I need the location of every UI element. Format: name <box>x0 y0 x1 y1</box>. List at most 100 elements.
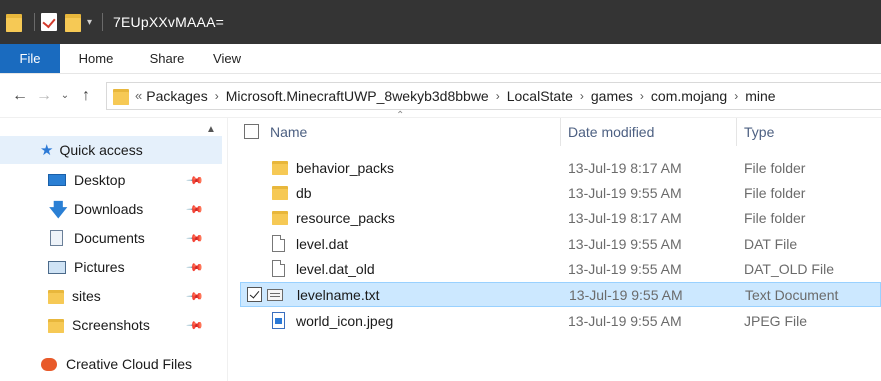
column-divider[interactable] <box>736 118 737 146</box>
list-item[interactable]: world_icon.jpeg 13-Jul-19 9:55 AM JPEG F… <box>240 308 881 333</box>
recent-locations-chevron-icon[interactable]: ⌄ <box>56 90 74 101</box>
title-bar: ▾ 7EUpXXvMAAA= <box>0 0 881 44</box>
sidebar-item-downloads[interactable]: 🡇 Downloads 📌 <box>48 195 218 223</box>
sidebar-item-label: Creative Cloud Files <box>66 356 193 372</box>
folder-icon <box>272 184 288 200</box>
pin-icon[interactable]: 📌 <box>185 316 204 334</box>
file-date: 13-Jul-19 9:55 AM <box>568 260 682 277</box>
file-icon <box>272 260 285 277</box>
tab-file[interactable]: File <box>0 44 60 73</box>
file-date: 13-Jul-19 9:55 AM <box>568 235 682 252</box>
sidebar-item-label: sites <box>72 288 101 304</box>
tab-home[interactable]: Home <box>60 44 132 73</box>
sidebar-item-screenshots[interactable]: Screenshots 📌 <box>48 311 218 339</box>
pictures-icon <box>48 259 66 275</box>
sidebar-item-desktop[interactable]: Desktop 📌 <box>48 166 218 194</box>
column-header-name[interactable]: Name <box>270 118 307 146</box>
chevron-right-icon[interactable]: › <box>734 89 738 103</box>
sidebar-item-label: Screenshots <box>72 317 150 333</box>
list-item[interactable]: resource_packs 13-Jul-19 8:17 AM File fo… <box>240 205 881 230</box>
sidebar-item-quick-access[interactable]: ★ Quick access <box>0 136 222 164</box>
pin-icon[interactable]: 📌 <box>185 171 204 189</box>
sidebar-item-label: Downloads <box>74 201 144 217</box>
address-row: ← → ⌄ ↑ « Packages › Microsoft.Minecraft… <box>0 74 881 118</box>
sidebar-item-label: Quick access <box>59 142 143 158</box>
tab-share[interactable]: Share <box>132 44 202 73</box>
image-file-icon <box>272 312 285 329</box>
file-name: world_icon.jpeg <box>296 312 394 329</box>
list-item-selected[interactable]: levelname.txt 13-Jul-19 9:55 AM Text Doc… <box>240 282 881 307</box>
sidebar-item-pictures[interactable]: Pictures 📌 <box>48 253 218 281</box>
download-arrow-icon: 🡇 <box>49 200 68 220</box>
customize-toolbar-icon[interactable]: ▾ <box>87 17 92 28</box>
list-item[interactable]: level.dat 13-Jul-19 9:55 AM DAT File <box>240 231 881 256</box>
breadcrumb-localstate[interactable]: LocalState <box>507 88 573 104</box>
column-header-date[interactable]: Date modified <box>568 118 654 146</box>
forward-arrow-icon[interactable]: → <box>32 87 56 105</box>
breadcrumb-minecraft[interactable]: Microsoft.MinecraftUWP_8wekyb3d8bbwe <box>226 88 489 104</box>
breadcrumb-com-mojang[interactable]: com.mojang <box>651 88 727 104</box>
list-item[interactable]: level.dat_old 13-Jul-19 9:55 AM DAT_OLD … <box>240 256 881 281</box>
file-date: 13-Jul-19 9:55 AM <box>568 184 682 201</box>
row-checkbox[interactable] <box>247 287 262 302</box>
breadcrumb-packages[interactable]: Packages <box>146 88 207 104</box>
folder-icon <box>48 317 64 333</box>
file-name: levelname.txt <box>297 286 380 303</box>
sidebar-item-documents[interactable]: Documents 📌 <box>48 224 218 252</box>
tab-view[interactable]: View <box>202 44 252 73</box>
pin-icon[interactable]: 📌 <box>185 229 204 247</box>
file-date: 13-Jul-19 8:17 AM <box>568 209 682 226</box>
chevron-right-icon[interactable]: › <box>580 89 584 103</box>
file-date: 13-Jul-19 8:17 AM <box>568 159 682 176</box>
documents-icon <box>48 230 66 246</box>
file-name: level.dat <box>296 235 349 252</box>
chevron-right-icon[interactable]: › <box>215 89 219 103</box>
ribbon-tabs: File Home Share View <box>0 44 881 74</box>
sort-ascending-icon: ⌃ <box>396 110 405 121</box>
file-name: db <box>296 184 312 201</box>
pin-icon[interactable]: 📌 <box>185 287 204 305</box>
text-file-icon <box>267 289 283 301</box>
breadcrumb-minecraftworlds[interactable]: mine <box>745 88 775 104</box>
folder-icon <box>6 12 22 32</box>
list-item[interactable]: behavior_packs 13-Jul-19 8:17 AM File fo… <box>240 155 881 180</box>
column-divider[interactable] <box>560 118 561 146</box>
navigation-pane[interactable]: ▲ ★ Quick access Desktop 📌 🡇 Downloads 📌… <box>0 118 228 381</box>
sidebar-item-sites[interactable]: sites 📌 <box>48 282 218 310</box>
sidebar-item-label: Desktop <box>74 172 126 188</box>
file-name: level.dat_old <box>296 260 375 277</box>
chevron-right-icon[interactable]: › <box>496 89 500 103</box>
new-folder-icon[interactable] <box>65 12 81 32</box>
file-type: File folder <box>744 209 806 226</box>
folder-icon <box>113 87 129 105</box>
pin-icon[interactable]: 📌 <box>185 258 204 276</box>
breadcrumb-games[interactable]: games <box>591 88 633 104</box>
file-type: File folder <box>744 159 806 176</box>
back-arrow-icon[interactable]: ← <box>8 87 32 105</box>
column-header-type[interactable]: Type <box>744 118 774 146</box>
scroll-up-icon[interactable]: ▲ <box>206 124 216 135</box>
list-item[interactable]: db 13-Jul-19 9:55 AM File folder <box>240 180 881 205</box>
file-type: DAT File <box>744 235 798 252</box>
chevron-right-icon[interactable]: › <box>640 89 644 103</box>
window-title: 7EUpXXvMAAA= <box>113 14 224 30</box>
sidebar-item-label: Pictures <box>74 259 125 275</box>
sidebar-item-label: Documents <box>74 230 145 246</box>
title-separator-2 <box>102 13 104 31</box>
select-all-checkbox[interactable] <box>244 124 259 139</box>
sidebar-item-creative-cloud[interactable]: Creative Cloud Files <box>40 350 220 378</box>
file-type: Text Document <box>745 286 839 303</box>
pin-icon[interactable]: 📌 <box>185 200 204 218</box>
file-date: 13-Jul-19 9:55 AM <box>568 312 682 329</box>
file-type: JPEG File <box>744 312 808 329</box>
overflow-chevron-icon[interactable]: « <box>135 88 142 103</box>
creative-cloud-icon <box>40 356 58 372</box>
folder-icon <box>272 209 288 225</box>
up-arrow-icon[interactable]: ↑ <box>74 87 98 105</box>
file-date: 13-Jul-19 9:55 AM <box>569 286 683 303</box>
folder-icon <box>48 288 64 304</box>
desktop-icon <box>48 172 66 188</box>
address-bar[interactable]: « Packages › Microsoft.MinecraftUWP_8wek… <box>106 81 881 110</box>
file-type: File folder <box>744 184 806 201</box>
properties-check-icon[interactable] <box>41 13 57 31</box>
